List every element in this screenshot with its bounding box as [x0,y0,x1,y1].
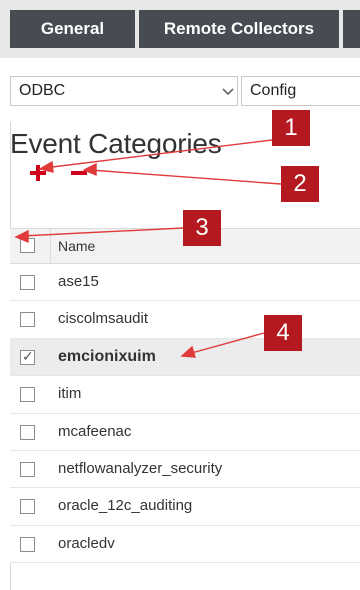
tab-bar: General Remote Collectors [0,0,360,58]
row-checkbox[interactable] [20,312,35,328]
column-header-name[interactable]: Name [58,238,95,254]
row-checkbox[interactable] [20,424,35,440]
row-checkbox[interactable] [20,499,35,515]
row-name: netflowanalyzer_security [58,459,223,477]
row-checkbox[interactable] [20,387,35,403]
table-row[interactable]: ase15 [10,264,360,302]
callout-badge-2: 2 [281,166,319,202]
tab-general[interactable]: General [10,10,135,48]
row-checkbox[interactable] [20,461,35,477]
table-row[interactable]: itim [10,376,360,414]
callout-badge-4: 4 [264,315,302,351]
panel-title: Event Categories [10,128,222,159]
row-name: itim [58,385,82,403]
source-select-value: ODBC [19,82,66,99]
row-name: oracle_12c_auditing [58,497,193,515]
source-select[interactable]: ODBC [10,76,238,106]
add-icon[interactable] [27,162,49,184]
row-name: ciscolmsaudit [58,310,149,328]
remove-icon[interactable] [68,162,90,184]
row-name: oracledv [58,534,115,552]
row-name: ase15 [58,273,99,290]
row-checkbox[interactable] [20,275,35,290]
tab-remote-collectors[interactable]: Remote Collectors [139,10,339,48]
checkmark-icon: ✓ [22,347,34,364]
row-checkbox-checked[interactable]: ✓ [20,347,35,365]
select-all-checkbox[interactable] [20,238,35,253]
table-row[interactable]: netflowanalyzer_security [10,450,360,489]
table-row[interactable]: ciscolmsaudit [10,301,360,339]
callout-badge-3: 3 [183,210,221,246]
mode-select[interactable]: Config [241,76,360,106]
mode-select-value: Config [250,82,297,99]
table-row[interactable]: oracle_12c_auditing [10,488,360,526]
row-name: emcionixuim [58,347,156,365]
header-divider [50,229,51,263]
table-row-selected[interactable]: ✓ emcionixuim [10,338,360,377]
table-body: ase15 ciscolmsaudit ✓ emcionixuim itim m… [10,264,360,564]
tab-overflow[interactable] [343,10,360,48]
chevron-down-icon [222,88,234,96]
table-row[interactable]: oracledv [10,525,360,564]
row-checkbox[interactable] [20,536,35,552]
callout-badge-1: 1 [272,110,310,146]
row-name: mcafeenac [58,422,132,440]
table-row[interactable]: mcafeenac [10,413,360,451]
